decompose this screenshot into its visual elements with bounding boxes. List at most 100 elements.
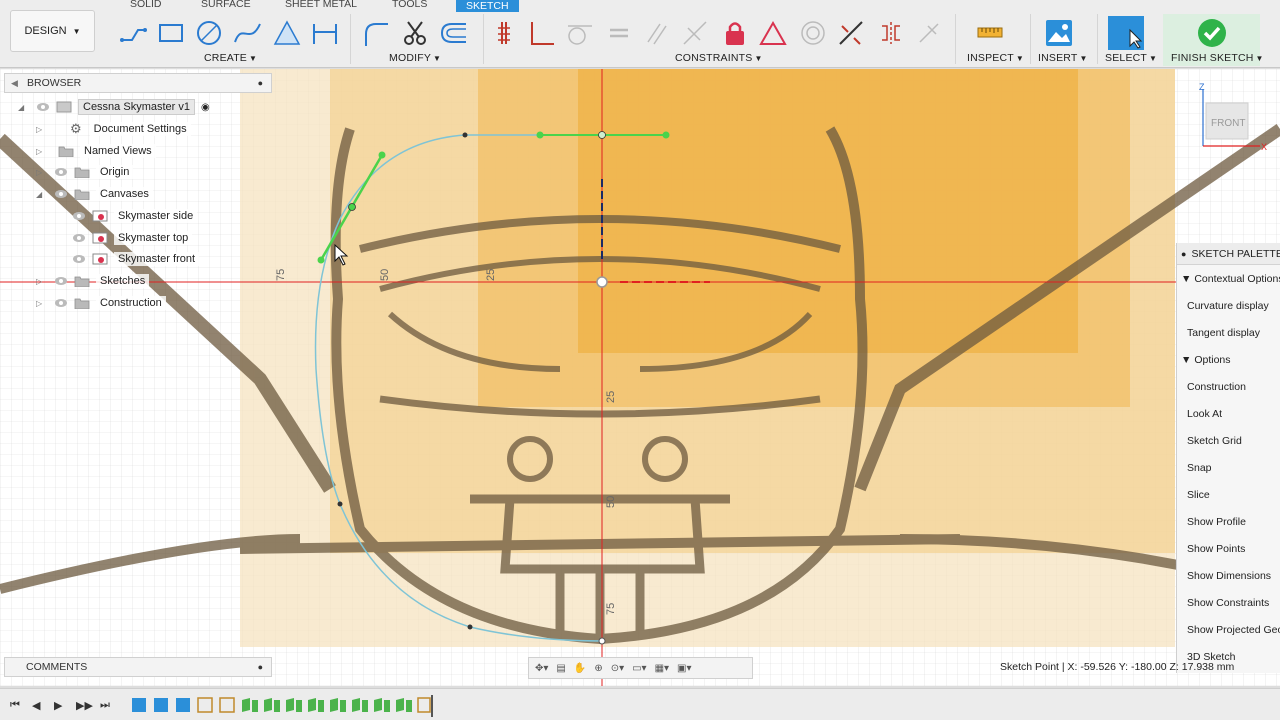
visibility-eye-icon[interactable] xyxy=(54,167,68,177)
rectangle-tool-button[interactable] xyxy=(156,18,186,48)
extrude-feature-icon[interactable] xyxy=(242,698,258,712)
tab-sketch[interactable]: SKETCH xyxy=(456,0,519,12)
browser-item-construction[interactable]: ▷ Construction xyxy=(36,294,166,312)
collapse-triangle-icon[interactable]: ◢ xyxy=(18,103,28,112)
browser-item-skymaster-top[interactable]: Skymaster top xyxy=(72,229,193,247)
expand-triangle-icon[interactable]: ▷ xyxy=(36,125,46,134)
sketch-point[interactable] xyxy=(337,501,343,507)
polygon-tool-button[interactable] xyxy=(272,18,302,48)
contextual-options-section[interactable]: ▼ Contextual Options xyxy=(1181,273,1280,285)
pin-icon[interactable]: ● xyxy=(258,662,263,672)
extrude-feature-icon[interactable] xyxy=(264,698,280,712)
expand-triangle-icon[interactable]: ▷ xyxy=(36,147,46,156)
extrude-feature-icon[interactable] xyxy=(352,698,368,712)
dimension-tool-button[interactable] xyxy=(310,18,340,48)
timeline-features[interactable] xyxy=(130,695,440,717)
option-show-profile[interactable]: Show Profile xyxy=(1187,516,1246,528)
sketch-point[interactable] xyxy=(467,624,473,630)
browser-item-origin[interactable]: ▷ Origin xyxy=(36,163,134,181)
collinear-constraint-button[interactable] xyxy=(680,18,710,48)
perpendicular-constraint-button[interactable] xyxy=(526,18,556,48)
play-icon[interactable]: ▶ xyxy=(54,699,62,712)
extrude-feature-icon[interactable] xyxy=(396,698,412,712)
modify-menu[interactable]: MODIFY ▼ xyxy=(389,52,441,64)
trim-tool-button[interactable] xyxy=(400,18,430,48)
spline-tool-button[interactable] xyxy=(232,18,262,48)
handle-point[interactable] xyxy=(317,256,325,264)
measure-tool-button[interactable] xyxy=(975,18,1005,48)
handle-point[interactable] xyxy=(662,131,670,139)
option-snap[interactable]: Snap xyxy=(1187,462,1212,474)
finish-sketch-menu[interactable]: FINISH SKETCH ▼ xyxy=(1171,52,1264,64)
visibility-eye-icon[interactable] xyxy=(72,254,86,264)
go-to-end-icon[interactable]: ⏭ xyxy=(100,699,110,712)
collapse-icon[interactable]: ● xyxy=(1181,249,1186,259)
pin-icon[interactable]: ● xyxy=(258,78,263,88)
tangent-constraint-button[interactable] xyxy=(564,18,594,48)
pan-hand-icon[interactable]: ✋ xyxy=(574,663,586,674)
tab-surface[interactable]: SURFACE xyxy=(201,0,251,10)
option-slice[interactable]: Slice xyxy=(1187,489,1210,501)
viewports-icon[interactable]: ▣▾ xyxy=(677,663,691,674)
expand-triangle-icon[interactable]: ▷ xyxy=(36,277,46,286)
tab-sheet-metal[interactable]: SHEET METAL xyxy=(285,0,357,10)
handle-point[interactable] xyxy=(536,131,544,139)
design-workspace-button[interactable]: DESIGN ▼ xyxy=(10,10,95,52)
option-tangent-display[interactable]: Tangent display xyxy=(1187,327,1260,339)
create-menu[interactable]: CREATE ▼ xyxy=(204,52,257,64)
option-sketch-grid[interactable]: Sketch Grid xyxy=(1187,435,1242,447)
inspect-menu[interactable]: INSPECT ▼ xyxy=(967,52,1024,64)
handle-point[interactable] xyxy=(378,151,386,159)
canvas-feature-icon[interactable] xyxy=(176,698,190,712)
midpoint-constraint-button[interactable] xyxy=(758,18,788,48)
expand-triangle-icon[interactable]: ▷ xyxy=(36,299,46,308)
visibility-eye-icon[interactable] xyxy=(72,233,86,243)
sketch-feature-icon[interactable] xyxy=(197,697,213,713)
fillet-tool-button[interactable] xyxy=(360,18,390,48)
coincident-constraint-button[interactable] xyxy=(488,18,518,48)
fit-point[interactable] xyxy=(348,203,356,211)
select-button[interactable] xyxy=(1108,16,1144,50)
browser-panel-header[interactable]: ◀ BROWSER ● xyxy=(4,73,272,93)
fix-constraint-button[interactable] xyxy=(720,18,750,48)
visibility-eye-icon[interactable] xyxy=(54,189,68,199)
sketch-feature-icon[interactable] xyxy=(219,697,235,713)
option-look-at[interactable]: Look At xyxy=(1187,408,1222,420)
browser-root-item[interactable]: ◢ Cessna Skymaster v1 ◉ xyxy=(18,98,210,116)
canvas-feature-icon[interactable] xyxy=(154,698,168,712)
collapse-triangle-icon[interactable]: ◢ xyxy=(36,190,46,199)
look-at-icon[interactable]: ▤ xyxy=(556,663,565,674)
option-show-dimensions[interactable]: Show Dimensions xyxy=(1187,570,1271,582)
tab-solid[interactable]: SOLID xyxy=(130,0,162,10)
expand-triangle-icon[interactable]: ▷ xyxy=(36,168,46,177)
circle-tool-button[interactable] xyxy=(194,18,224,48)
extrude-feature-icon[interactable] xyxy=(374,698,390,712)
step-back-icon[interactable]: ◀ xyxy=(32,699,40,712)
extrude-feature-icon[interactable] xyxy=(330,698,346,712)
visibility-eye-icon[interactable] xyxy=(72,211,86,221)
insert-image-button[interactable] xyxy=(1044,18,1074,48)
browser-item-sketches[interactable]: ▷ Sketches xyxy=(36,272,150,290)
extrude-feature-icon[interactable] xyxy=(286,698,302,712)
canvas-feature-icon[interactable] xyxy=(132,698,146,712)
extrude-feature-icon[interactable] xyxy=(308,698,324,712)
option-show-points[interactable]: Show Points xyxy=(1187,543,1245,555)
line-tool-button[interactable] xyxy=(118,18,148,48)
curvature-constraint-button[interactable] xyxy=(914,18,944,48)
insert-menu[interactable]: INSERT ▼ xyxy=(1038,52,1088,64)
visibility-eye-icon[interactable] xyxy=(36,102,50,112)
origin-point[interactable] xyxy=(596,276,608,288)
visibility-eye-icon[interactable] xyxy=(54,298,68,308)
zoom-window-icon[interactable]: ⊙▾ xyxy=(611,663,624,674)
symmetry-constraint-button[interactable] xyxy=(836,18,866,48)
fit-point[interactable] xyxy=(598,131,606,139)
browser-item-document-settings[interactable]: ▷ ⚙ Document Settings xyxy=(36,120,191,138)
option-curvature-display[interactable]: Curvature display xyxy=(1187,300,1269,312)
collapse-triangle-icon[interactable]: ◀ xyxy=(11,78,21,89)
browser-item-skymaster-front[interactable]: Skymaster front xyxy=(72,250,200,268)
select-menu[interactable]: SELECT ▼ xyxy=(1105,52,1157,64)
activate-radio-icon[interactable]: ◉ xyxy=(201,102,210,113)
grid-settings-icon[interactable]: ▦▾ xyxy=(655,663,669,674)
go-to-start-icon[interactable]: ⏮ xyxy=(10,699,20,712)
visibility-eye-icon[interactable] xyxy=(54,276,68,286)
